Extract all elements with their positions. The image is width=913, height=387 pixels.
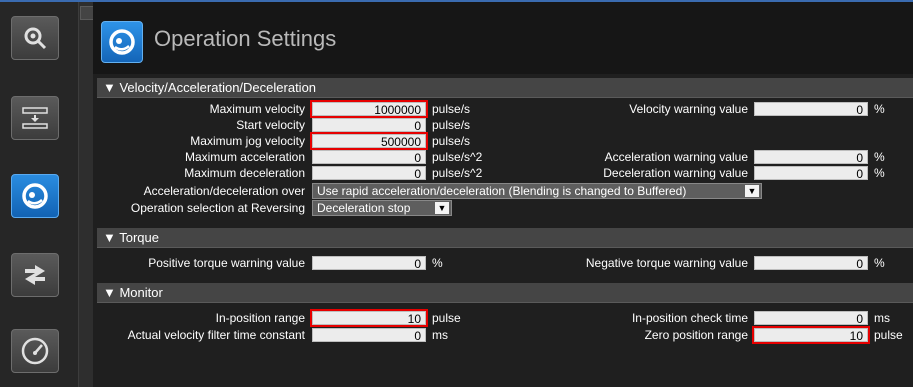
sidebar-item-speedometer[interactable] (11, 329, 59, 373)
velocity-warning-unit: % (874, 102, 885, 116)
scroll-up-icon[interactable] (80, 6, 94, 20)
positive-torque-warning-field[interactable]: 0 (312, 256, 426, 271)
accel-decel-over-select[interactable]: Use rapid acceleration/deceleration (Ble… (312, 183, 762, 199)
in-position-check-time-field[interactable]: 0 (754, 311, 868, 326)
velocity-filter-field[interactable]: 0 (312, 328, 426, 343)
max-velocity-unit: pulse/s (432, 102, 471, 116)
max-deceleration-label: Maximum deceleration (184, 166, 305, 180)
deceleration-warning-unit: % (874, 166, 885, 180)
max-acceleration-unit: pulse/s^2 (432, 150, 483, 164)
negative-torque-warning-label: Negative torque warning value (585, 256, 748, 270)
negative-torque-warning-field[interactable]: 0 (754, 256, 868, 271)
start-velocity-label: Start velocity (236, 118, 305, 132)
zero-position-range-unit: pulse (874, 328, 903, 342)
deceleration-warning-label: Deceleration warning value (603, 166, 748, 180)
sidebar-item-gear-search[interactable] (11, 16, 59, 60)
velocity-warning-field[interactable]: 0 (754, 102, 868, 117)
header-operation-icon (101, 21, 143, 63)
chevron-down-icon[interactable]: ▼ (435, 202, 449, 214)
in-position-range-field[interactable]: 10 (310, 309, 428, 327)
gear-search-icon (24, 27, 47, 50)
ruler-arrows-icon (22, 107, 48, 129)
velocity-filter-unit: ms (432, 328, 448, 342)
max-deceleration-field[interactable]: 0 (312, 166, 426, 181)
acceleration-warning-unit: % (874, 150, 885, 164)
sidebar-item-swap[interactable] (11, 253, 59, 297)
start-velocity-field[interactable]: 0 (312, 118, 426, 133)
in-position-check-time-label: In-position check time (631, 311, 748, 325)
positive-torque-warning-unit: % (432, 256, 443, 270)
reversing-select[interactable]: Deceleration stop ▼ (312, 200, 452, 216)
positive-torque-warning-label: Positive torque warning value (148, 256, 305, 270)
accel-decel-over-value: Use rapid acceleration/deceleration (Ble… (317, 184, 687, 198)
speedometer-icon (21, 337, 49, 365)
negative-torque-warning-unit: % (874, 256, 885, 270)
in-position-check-time-unit: ms (874, 311, 890, 325)
max-jog-velocity-unit: pulse/s (432, 134, 471, 148)
sidebar (0, 2, 78, 387)
zero-position-range-label: Zero position range (644, 328, 748, 342)
chevron-down-icon[interactable]: ▼ (745, 185, 759, 197)
max-acceleration-label: Maximum acceleration (184, 150, 305, 164)
panel-header: Operation Settings (93, 2, 913, 74)
sidebar-item-operation-settings[interactable] (11, 174, 59, 218)
zero-position-range-field[interactable]: 10 (752, 326, 870, 344)
deceleration-warning-field[interactable]: 0 (754, 166, 868, 181)
start-velocity-unit: pulse/s (432, 118, 471, 132)
max-velocity-label: Maximum velocity (209, 102, 305, 116)
accel-decel-over-label: Acceleration/deceleration over (143, 184, 305, 198)
operation-settings-panel: Operation Settings ▼ Velocity/Accelerati… (93, 2, 913, 387)
max-jog-velocity-label: Maximum jog velocity (190, 134, 305, 148)
swap-arrows-icon (25, 265, 45, 285)
operation-settings-icon (109, 29, 135, 55)
velocity-warning-label: Velocity warning value (629, 102, 748, 116)
in-position-range-unit: pulse (432, 311, 461, 325)
section-velocity-header[interactable]: ▼ Velocity/Acceleration/Deceleration (97, 78, 913, 98)
max-deceleration-unit: pulse/s^2 (432, 166, 483, 180)
scrollbar[interactable] (78, 2, 94, 387)
velocity-filter-label: Actual velocity filter time constant (127, 328, 305, 342)
section-torque-header[interactable]: ▼ Torque (97, 228, 913, 248)
in-position-range-label: In-position range (215, 311, 305, 325)
section-monitor-header[interactable]: ▼ Monitor (97, 283, 913, 303)
page-title: Operation Settings (154, 26, 337, 51)
sidebar-item-ruler[interactable] (11, 96, 59, 140)
reversing-label: Operation selection at Reversing (130, 201, 305, 215)
max-acceleration-field[interactable]: 0 (312, 150, 426, 165)
reversing-value: Deceleration stop (317, 201, 411, 215)
operation-settings-icon (22, 183, 48, 209)
max-velocity-field[interactable]: 1000000 (310, 100, 428, 118)
max-jog-velocity-field[interactable]: 500000 (310, 132, 428, 150)
acceleration-warning-field[interactable]: 0 (754, 150, 868, 165)
acceleration-warning-label: Acceleration warning value (604, 150, 748, 164)
